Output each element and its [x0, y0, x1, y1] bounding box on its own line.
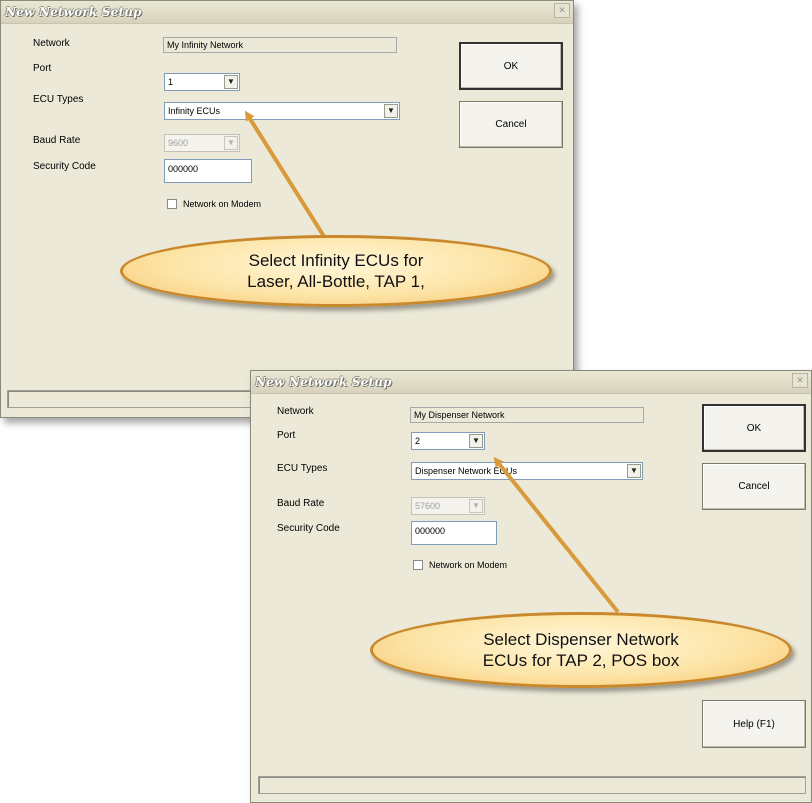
ecu-types-value: Dispenser Network ECUs: [415, 466, 518, 476]
network-name-field[interactable]: My Dispenser Network: [410, 407, 644, 423]
ecu-types-value: Infinity ECUs: [168, 106, 221, 116]
port-select[interactable]: 2 ▼: [411, 432, 485, 450]
ecu-types-select[interactable]: Infinity ECUs ▼: [164, 102, 400, 120]
network-label: Network: [277, 406, 314, 417]
close-icon[interactable]: ✕: [554, 3, 570, 18]
chevron-down-icon: ▼: [224, 136, 238, 150]
baud-rate-value: 9600: [168, 138, 189, 148]
ok-button[interactable]: OK: [459, 42, 563, 90]
chevron-down-icon[interactable]: ▼: [469, 434, 483, 448]
ok-label: OK: [503, 60, 519, 72]
ok-label: OK: [746, 422, 762, 434]
chevron-down-icon[interactable]: ▼: [384, 104, 398, 118]
cancel-button[interactable]: Cancel: [702, 463, 806, 510]
callout-dispenser-text: Select Dispenser Network ECUs for TAP 2,…: [370, 629, 792, 671]
dialog-title: New Network Setup: [255, 375, 392, 389]
title-bar[interactable]: New Network Setup ✕: [1, 1, 573, 24]
security-code-input[interactable]: 000000: [164, 159, 252, 183]
close-icon[interactable]: ✕: [792, 373, 808, 388]
baud-rate-select: 57600 ▼: [411, 497, 485, 515]
title-bar[interactable]: New Network Setup ✕: [251, 371, 811, 394]
security-code-label: Security Code: [277, 523, 340, 534]
callout-dispenser-line2: ECUs for TAP 2, POS box: [482, 651, 680, 670]
port-value: 2: [415, 436, 421, 446]
network-label: Network: [33, 38, 70, 49]
status-bar: [258, 776, 806, 794]
port-select[interactable]: 1 ▼: [164, 73, 240, 91]
callout-dispenser-line1: Select Dispenser Network: [483, 630, 679, 649]
dialog-new-network-setup-dispenser: New Network Setup ✕ Network My Dispenser…: [250, 370, 812, 803]
chevron-down-icon: ▼: [469, 499, 483, 513]
network-name-field[interactable]: My Infinity Network: [163, 37, 397, 53]
dialog-title: New Network Setup: [5, 5, 142, 19]
cancel-button[interactable]: Cancel: [459, 101, 563, 148]
cancel-label: Cancel: [495, 119, 527, 130]
network-on-modem-label: Network on Modem: [183, 199, 262, 209]
chevron-down-icon[interactable]: ▼: [627, 464, 641, 478]
ok-button[interactable]: OK: [702, 404, 806, 452]
callout-infinity-line2: Laser, All-Bottle, TAP 1,: [247, 272, 425, 291]
chevron-down-icon[interactable]: ▼: [224, 75, 238, 89]
port-value: 1: [168, 77, 174, 87]
network-on-modem-label: Network on Modem: [429, 560, 508, 570]
security-code-value: 000000: [415, 526, 446, 536]
callout-infinity-text: Select Infinity ECUs for Laser, All-Bott…: [120, 250, 552, 292]
dialog-new-network-setup-infinity: New Network Setup ✕ Network My Infinity …: [0, 0, 574, 418]
help-button[interactable]: Help (F1): [702, 700, 806, 748]
network-name-value: My Dispenser Network: [414, 410, 505, 420]
baud-rate-value: 57600: [415, 501, 441, 511]
port-label: Port: [33, 63, 52, 74]
callout-infinity-line1: Select Infinity ECUs for: [248, 251, 424, 270]
ecu-types-label: ECU Types: [33, 94, 84, 105]
baud-rate-label: Baud Rate: [277, 498, 325, 509]
help-label: Help (F1): [733, 718, 775, 730]
network-on-modem-checkbox[interactable]: [167, 199, 177, 209]
baud-rate-select: 9600 ▼: [164, 134, 240, 152]
ecu-types-label: ECU Types: [277, 463, 328, 474]
port-label: Port: [277, 430, 296, 441]
network-name-value: My Infinity Network: [167, 40, 244, 50]
ecu-types-select[interactable]: Dispenser Network ECUs ▼: [411, 462, 643, 480]
baud-rate-label: Baud Rate: [33, 135, 81, 146]
network-on-modem-checkbox[interactable]: [413, 560, 423, 570]
security-code-value: 000000: [168, 164, 199, 174]
cancel-label: Cancel: [738, 481, 770, 492]
security-code-label: Security Code: [33, 161, 96, 172]
security-code-input[interactable]: 000000: [411, 521, 497, 545]
